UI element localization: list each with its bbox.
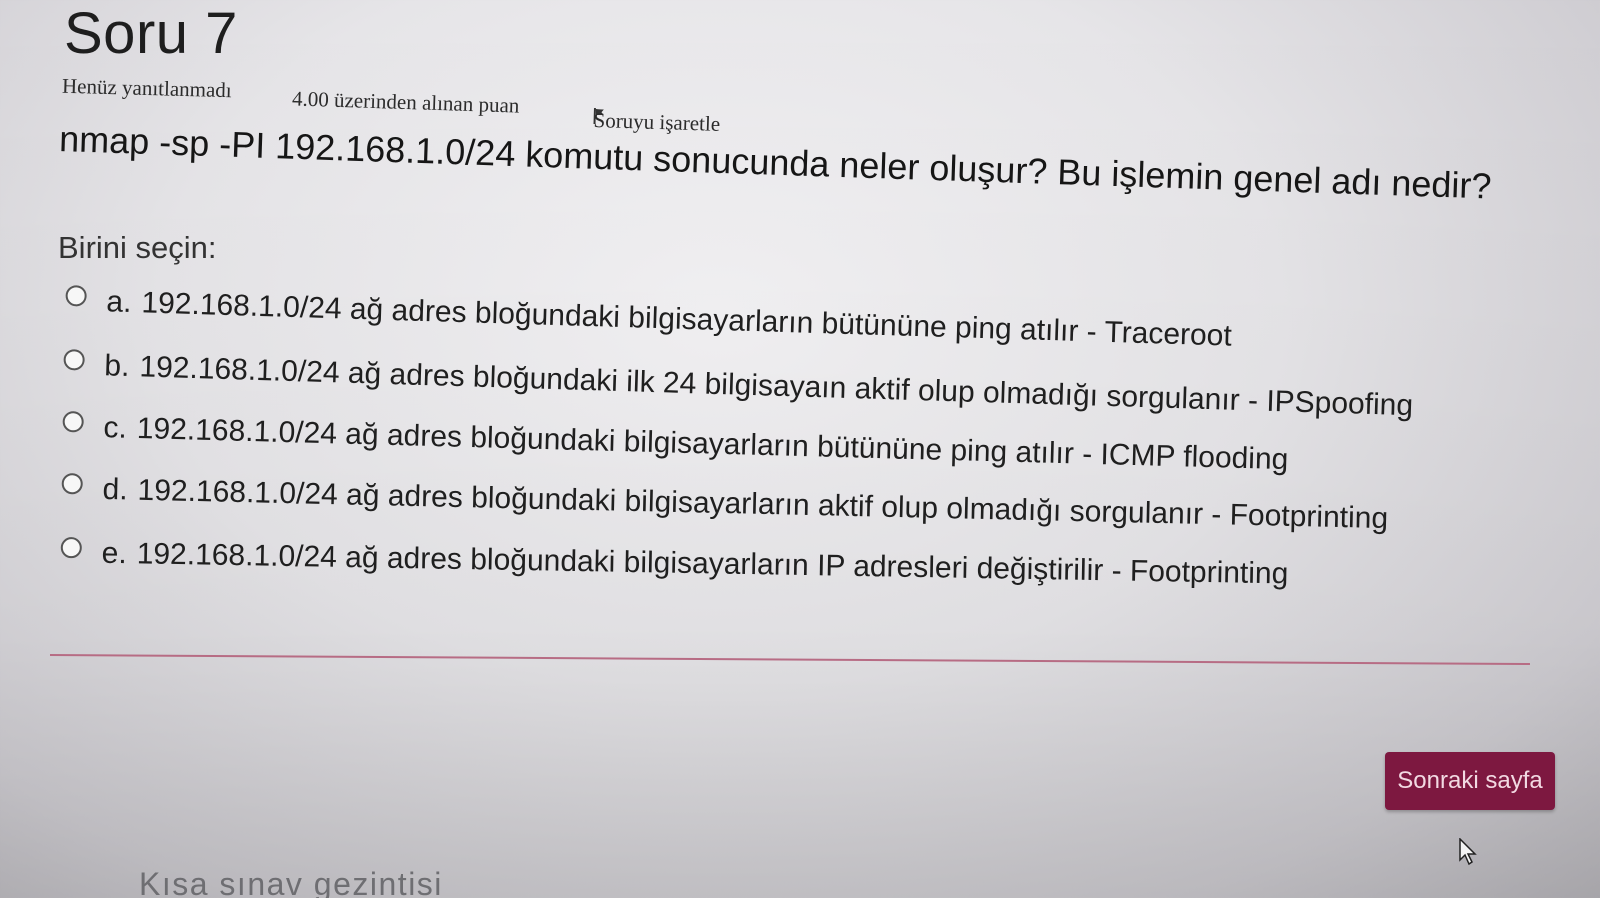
quiz-navigation-heading: Kısa sınav gezintisi [139,866,443,898]
radio-icon[interactable] [63,348,85,371]
radio-icon[interactable] [61,472,83,495]
question-score: 4.00 üzerinden alınan puan [291,86,520,118]
answer-option-a[interactable]: a. 192.168.1.0/24 ağ adres bloğundaki bil… [65,284,1232,354]
question-status: Henüz yanıtlanmadı [61,73,233,103]
question-title: Soru 7 [64,1,238,66]
flag-question-label: Soruyu işaretle [593,108,721,136]
answer-text: 192.168.1.0/24 ağ adres bloğundaki bilgi… [137,473,1389,536]
answer-letter: d. [102,472,129,507]
answer-letter: c. [103,411,128,445]
next-page-button[interactable]: Sonraki sayfa [1385,752,1555,810]
answer-letter: b. [103,349,131,384]
radio-icon[interactable] [62,410,84,433]
answer-option-d[interactable]: d. 192.168.1.0/24 ağ adres bloğundaki bil… [61,472,1388,536]
answer-option-c[interactable]: c. 192.168.1.0/24 ağ adres bloğundaki bil… [62,410,1289,477]
answer-option-e[interactable]: e. 192.168.1.0/24 ağ adres bloğundaki bil… [60,536,1289,591]
section-divider [49,654,1530,666]
radio-icon[interactable] [65,284,87,307]
answer-letter: a. [105,285,133,320]
mouse-pointer-icon [1459,838,1477,866]
answer-text: 192.168.1.0/24 ağ adres bloğundaki ilk 2… [138,350,1414,423]
answer-text: 192.168.1.0/24 ağ adres bloğundaki bilgi… [140,286,1233,353]
answer-text: 192.168.1.0/24 ağ adres bloğundaki bilgi… [136,537,1289,591]
radio-icon[interactable] [60,536,82,559]
answer-letter: e. [101,536,128,571]
answer-prompt: Birini seçin: [58,230,217,265]
answer-text: 192.168.1.0/24 ağ adres bloğundaki bilgi… [136,412,1289,477]
answer-option-b[interactable]: b. 192.168.1.0/24 ağ adres bloğundaki ilk… [63,348,1414,423]
